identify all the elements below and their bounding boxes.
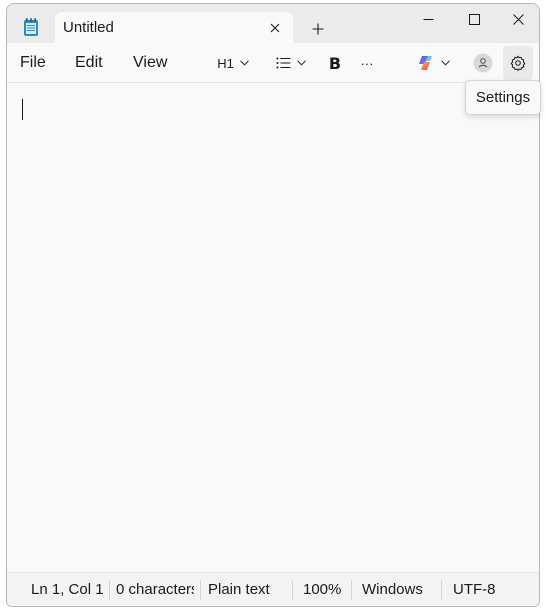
- list-dropdown[interactable]: [269, 49, 313, 77]
- encoding[interactable]: UTF-8: [453, 581, 496, 598]
- tab-title: Untitled: [63, 19, 114, 36]
- text-editor[interactable]: [7, 84, 539, 572]
- tooltip-text: Settings: [475, 89, 531, 106]
- gear-icon: [510, 55, 526, 71]
- copilot-icon: [418, 56, 432, 70]
- chevron-down-icon: [297, 60, 306, 66]
- bold-button[interactable]: B: [323, 49, 347, 77]
- account-button[interactable]: [471, 49, 495, 77]
- cursor-position: Ln 1, Col 1: [31, 581, 104, 598]
- plus-icon: [312, 23, 324, 35]
- text-format[interactable]: Plain text: [208, 581, 270, 598]
- status-divider: [200, 580, 201, 600]
- text-caret: [22, 99, 23, 120]
- status-divider: [109, 580, 110, 600]
- settings-tooltip: Settings: [465, 80, 541, 115]
- chevron-down-icon: [239, 60, 249, 66]
- title-bar: Untitled: [7, 4, 539, 44]
- menu-edit[interactable]: Edit: [75, 54, 103, 72]
- notepad-window: Untitled File Edit View H1 B ··· Ln 1, C…: [6, 3, 540, 607]
- notepad-icon: [21, 17, 41, 37]
- tab-untitled[interactable]: Untitled: [55, 12, 293, 44]
- status-bar: Ln 1, Col 1 0 characters Plain text 100%…: [7, 572, 539, 606]
- status-divider: [441, 580, 442, 600]
- menu-file[interactable]: File: [20, 54, 46, 72]
- status-divider: [351, 580, 352, 600]
- heading-dropdown[interactable]: H1: [211, 49, 255, 77]
- toolbar: File Edit View H1 B ···: [7, 43, 539, 83]
- zoom-level[interactable]: 100%: [303, 581, 341, 598]
- new-tab-button[interactable]: [305, 16, 331, 42]
- minimize-button[interactable]: [405, 4, 451, 34]
- status-divider: [292, 580, 293, 600]
- tab-close-button[interactable]: [263, 16, 287, 40]
- settings-button[interactable]: [503, 46, 533, 80]
- minimize-icon: [423, 18, 433, 20]
- heading-label: H1: [217, 55, 234, 71]
- copilot-dropdown[interactable]: [411, 49, 455, 77]
- close-icon: [270, 23, 280, 33]
- maximize-button[interactable]: [451, 4, 497, 34]
- chevron-down-icon: [440, 60, 450, 66]
- bulleted-list-icon: [276, 57, 291, 69]
- line-ending[interactable]: Windows: [362, 581, 423, 598]
- close-icon: [512, 13, 524, 25]
- character-count: 0 characters: [116, 581, 194, 598]
- more-options-button[interactable]: ···: [355, 49, 379, 77]
- account-icon: [473, 53, 493, 73]
- maximize-icon: [468, 13, 480, 25]
- close-window-button[interactable]: [495, 4, 539, 34]
- menu-view[interactable]: View: [133, 54, 167, 72]
